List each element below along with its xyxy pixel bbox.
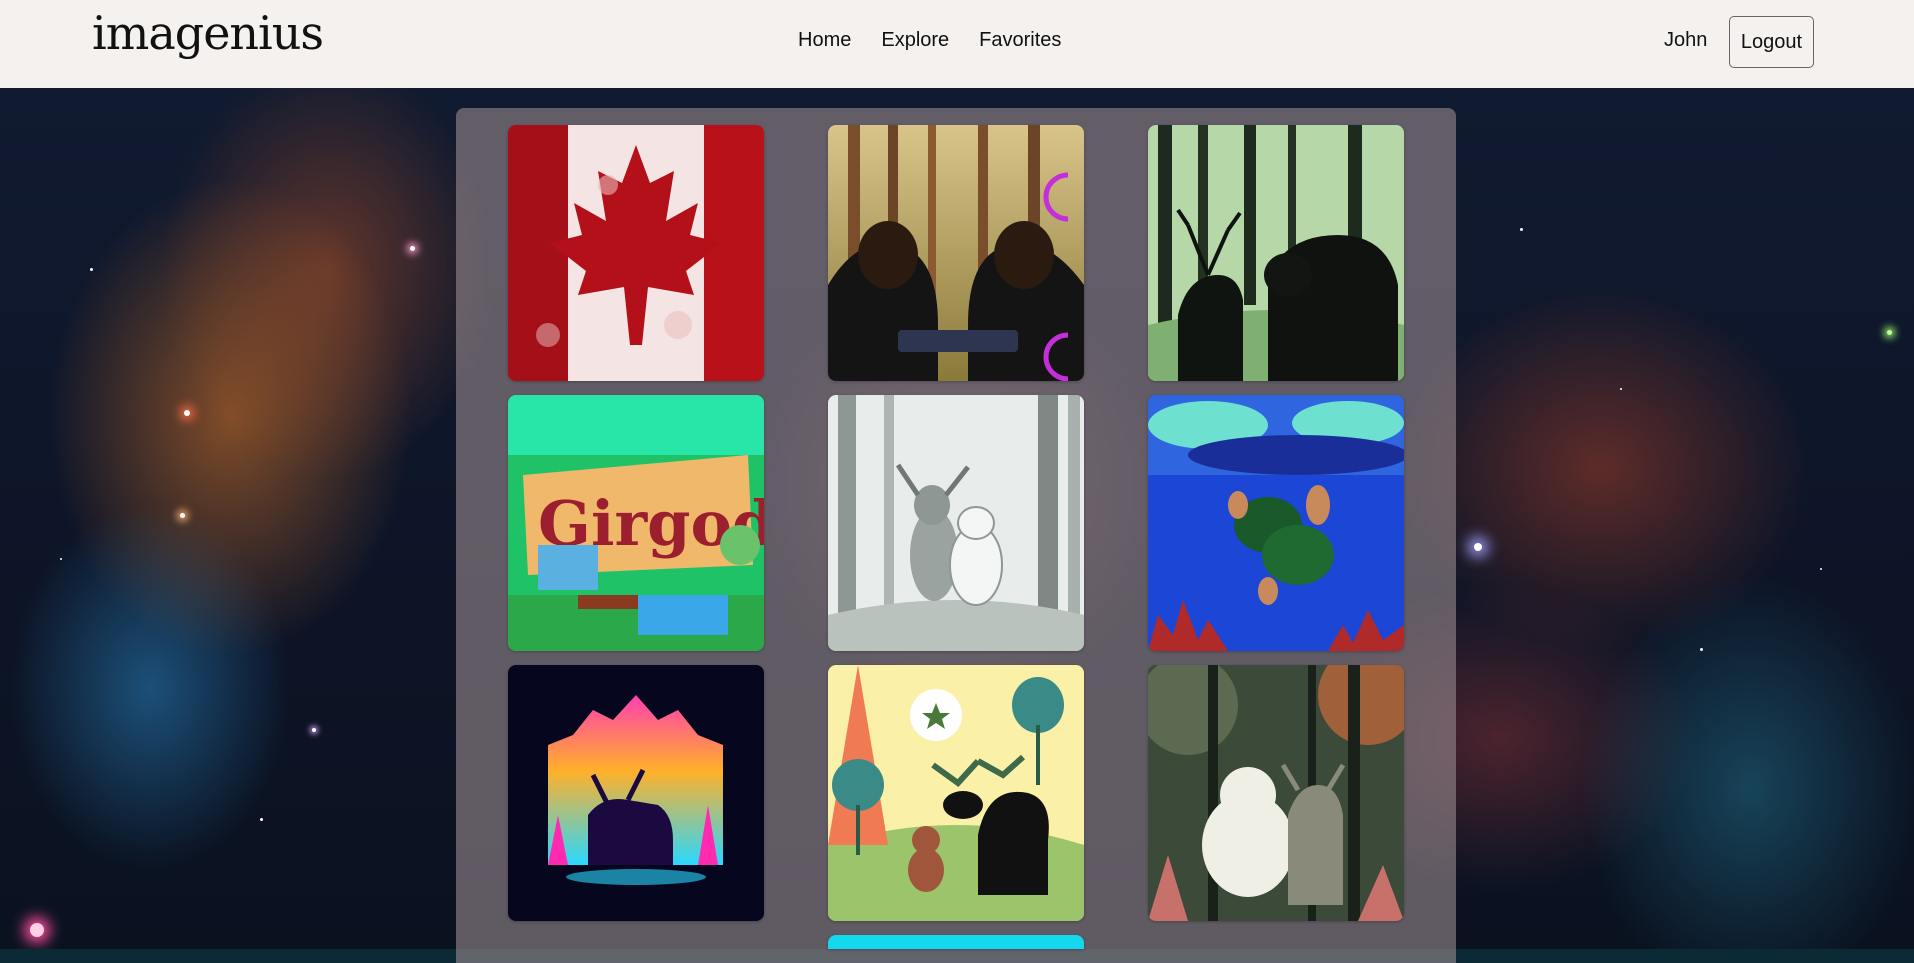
gallery-image-bear-moose-dark-forest[interactable] — [1148, 665, 1404, 921]
logout-button[interactable]: Logout — [1729, 16, 1814, 68]
gallery-image-moose-bear-forest[interactable] — [1148, 125, 1404, 381]
gallery-image-keyboard-forest[interactable] — [828, 125, 1084, 381]
star — [60, 558, 62, 560]
star — [1820, 568, 1822, 570]
username-label: John — [1664, 29, 1708, 51]
nav-favorites-link[interactable]: Favorites — [979, 29, 1061, 52]
top-navbar: imagenius Home Explore Favorites John Lo… — [0, 0, 1914, 88]
gallery-image-neon-moose[interactable] — [508, 665, 764, 921]
image-gallery: Girgodo — [456, 108, 1456, 963]
sea-turtles-image — [1148, 395, 1404, 651]
nav-home-link[interactable]: Home — [798, 29, 851, 52]
gallery-image-partial[interactable] — [828, 935, 1084, 949]
star — [30, 923, 44, 937]
nav-explore-link[interactable]: Explore — [881, 29, 949, 52]
sketch-moose-bear-image — [828, 395, 1084, 651]
star — [90, 268, 93, 271]
cartoon-moose-bear-image — [828, 665, 1084, 921]
canadian-flag-image — [508, 125, 764, 381]
gallery-image-girgodo-sign[interactable]: Girgodo — [508, 395, 764, 651]
star — [260, 818, 263, 821]
star — [312, 728, 316, 732]
gallery-image-canadian-flag[interactable] — [508, 125, 764, 381]
star — [1520, 228, 1523, 231]
keyboard-forest-image — [828, 125, 1084, 381]
girgodo-sign-image: Girgodo — [508, 395, 764, 651]
star — [1620, 388, 1622, 390]
star — [1887, 330, 1892, 335]
bear-moose-dark-forest-image — [1148, 665, 1404, 921]
main-nav: Home Explore Favorites — [798, 29, 1061, 52]
gallery-image-cartoon-moose-bear[interactable] — [828, 665, 1084, 921]
moose-bear-forest-image — [1148, 125, 1404, 381]
gallery-image-sea-turtles[interactable] — [1148, 395, 1404, 651]
star — [410, 246, 415, 251]
site-logo[interactable]: imagenius — [92, 6, 324, 60]
neon-moose-image — [508, 665, 764, 921]
star — [1700, 648, 1703, 651]
star — [180, 513, 185, 518]
gallery-image-sketch-moose-bear[interactable] — [828, 395, 1084, 651]
star — [1474, 543, 1482, 551]
star — [184, 410, 190, 416]
